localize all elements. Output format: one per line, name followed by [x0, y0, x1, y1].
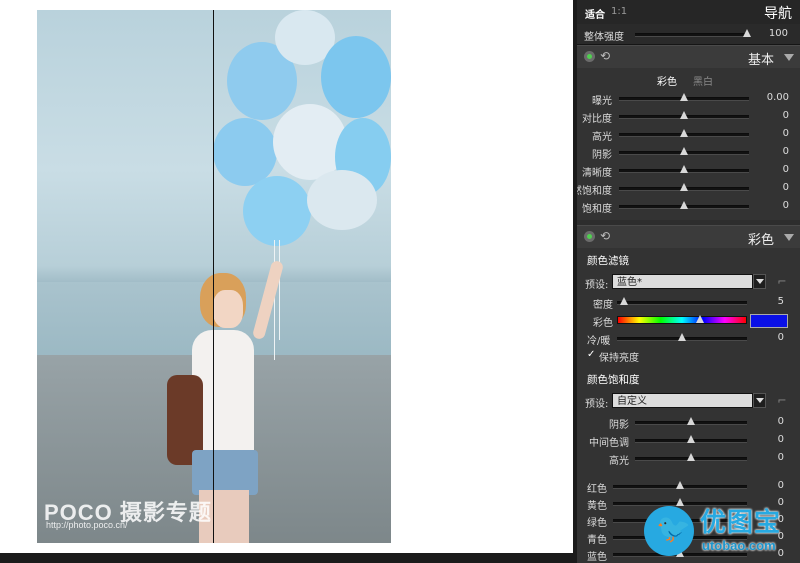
density-value: 5	[777, 296, 784, 307]
basic-6-slider-thumb[interactable]	[680, 201, 688, 209]
balloon-string	[279, 240, 280, 340]
basic-1-slider-thumb[interactable]	[680, 111, 688, 119]
basic-0-label: 曝光	[592, 96, 612, 107]
sat-color-3-label: 青色	[587, 535, 607, 546]
tone-0-label: 阴影	[609, 420, 629, 431]
basic-section-title: 基本	[747, 53, 774, 68]
intensity-label: 整体强度	[584, 32, 624, 43]
before-after-divider[interactable]	[213, 10, 214, 543]
sat-color-4-label: 蓝色	[587, 552, 607, 563]
sat-color-0-label: 红色	[587, 484, 607, 495]
chevron-down-icon[interactable]	[753, 274, 766, 289]
photo-preview[interactable]	[37, 10, 391, 543]
image-canvas[interactable]: POCO 摄影专题 http://photo.poco.cn/	[0, 0, 573, 563]
hue-slider-thumb[interactable]	[696, 315, 705, 323]
tone-1-value: 0	[777, 434, 784, 445]
hue-slider-track[interactable]	[617, 316, 747, 324]
density-slider-track[interactable]	[617, 301, 747, 305]
basic-4-slider-thumb[interactable]	[680, 165, 688, 173]
basic-0-value: 0.00	[766, 92, 789, 103]
hue-label: 彩色	[593, 318, 613, 329]
tone-2-label: 高光	[609, 456, 629, 467]
navigator-title[interactable]: 导航	[764, 3, 792, 23]
intensity-slider-thumb[interactable]	[743, 29, 751, 37]
sat-color-2-label: 绿色	[587, 518, 607, 529]
basic-1-value: 0	[782, 110, 789, 121]
intensity-value: 100	[768, 28, 788, 39]
tone-0-value: 0	[777, 416, 784, 427]
girl-face	[213, 290, 243, 328]
filter-preset-dropdown[interactable]: 蓝色*	[612, 274, 753, 289]
balloon	[321, 36, 391, 118]
navigator-header: 适合 1:1 导航	[577, 0, 800, 25]
tab-bw[interactable]: 黑白	[693, 73, 713, 88]
tone-2-value: 0	[777, 452, 784, 463]
density-slider-thumb[interactable]	[619, 297, 628, 305]
basic-panel: 彩色 黑白 曝光 0.00 对比度 0 高光 0 阴影 0 清晰度 0 自然饱和度 0 饱和度 0	[577, 68, 800, 220]
poco-watermark-url: http://photo.poco.cn/	[46, 520, 128, 530]
reset-icon[interactable]: ⟲	[600, 230, 613, 243]
bird-icon: 🐦	[656, 512, 691, 545]
keep-brightness-label[interactable]: 保持亮度	[599, 349, 639, 364]
utobao-logo: 🐦 优图宝 utobao.com	[644, 500, 800, 563]
sat-color-0-slider-thumb[interactable]	[676, 481, 684, 489]
checkmark-icon[interactable]: ✓	[587, 350, 596, 360]
basic-section-header[interactable]: ⟲ 基本	[577, 45, 800, 69]
intensity-row: 整体强度 100	[577, 24, 800, 45]
basic-3-slider-thumb[interactable]	[680, 147, 688, 155]
chevron-down-icon[interactable]	[753, 393, 766, 408]
basic-3-value: 0	[782, 146, 789, 157]
tone-1-label: 中间色调	[589, 438, 629, 449]
balloon	[213, 118, 277, 186]
saturation-preset-dropdown[interactable]: 自定义	[612, 393, 753, 408]
adjustment-panel: 适合 1:1 导航 整体强度 100 ⟲ 基本 彩色 黑白 曝光 0.00 对比度 0…	[573, 0, 800, 563]
basic-2-slider-thumb[interactable]	[680, 129, 688, 137]
collapse-triangle-icon[interactable]	[784, 234, 794, 241]
zoom-fit-button[interactable]: 适合	[585, 6, 605, 21]
color-saturation-heading: 颜色饱和度	[587, 374, 640, 386]
warm-value: 0	[777, 332, 784, 343]
intensity-slider-track[interactable]	[635, 33, 747, 37]
reset-icon[interactable]: ⟲	[600, 50, 613, 63]
balloon	[243, 176, 311, 246]
filter-preset-label: 预设:	[585, 280, 609, 291]
basic-1-label: 对比度	[582, 114, 612, 125]
basic-3-label: 阴影	[592, 150, 612, 161]
basic-5-value: 0	[782, 182, 789, 193]
density-label: 密度	[593, 300, 613, 311]
tone-1-slider-thumb[interactable]	[687, 435, 695, 443]
warm-slider-thumb[interactable]	[678, 333, 686, 341]
saturation-preset-label: 预设:	[585, 399, 609, 410]
color-section-header[interactable]: ⟲ 彩色	[577, 225, 800, 249]
zoom-1to1-button[interactable]: 1:1	[611, 6, 627, 17]
warm-label: 冷/暖	[587, 336, 611, 347]
enable-toggle-icon[interactable]	[584, 231, 595, 242]
basic-5-slider-thumb[interactable]	[680, 183, 688, 191]
logo-url: utobao.com	[702, 538, 776, 553]
enable-toggle-icon[interactable]	[584, 51, 595, 62]
basic-0-slider-thumb[interactable]	[680, 93, 688, 101]
basic-2-value: 0	[782, 128, 789, 139]
canvas-bottom-bar	[0, 553, 573, 563]
eyedropper-icon[interactable]: ⌐	[775, 394, 789, 408]
tone-0-slider-thumb[interactable]	[687, 417, 695, 425]
balloon	[307, 170, 377, 230]
filter-color-swatch[interactable]	[750, 314, 788, 328]
tone-2-slider-thumb[interactable]	[687, 453, 695, 461]
tab-color[interactable]: 彩色	[657, 73, 677, 88]
logo-text: 优图宝	[700, 508, 782, 538]
sat-color-1-label: 黄色	[587, 501, 607, 512]
girl-shorts	[192, 450, 258, 495]
basic-2-label: 高光	[592, 132, 612, 143]
color-filter-heading: 颜色滤镜	[587, 255, 629, 267]
basic-5-label: 自然饱和度	[577, 186, 612, 197]
basic-4-value: 0	[782, 164, 789, 175]
eyedropper-icon[interactable]: ⌐	[775, 275, 789, 289]
basic-6-value: 0	[782, 200, 789, 211]
color-section-title: 彩色	[747, 233, 774, 248]
basic-6-label: 饱和度	[582, 204, 612, 215]
collapse-triangle-icon[interactable]	[784, 54, 794, 61]
basic-4-label: 清晰度	[582, 168, 612, 179]
sat-color-0-value: 0	[777, 480, 784, 491]
